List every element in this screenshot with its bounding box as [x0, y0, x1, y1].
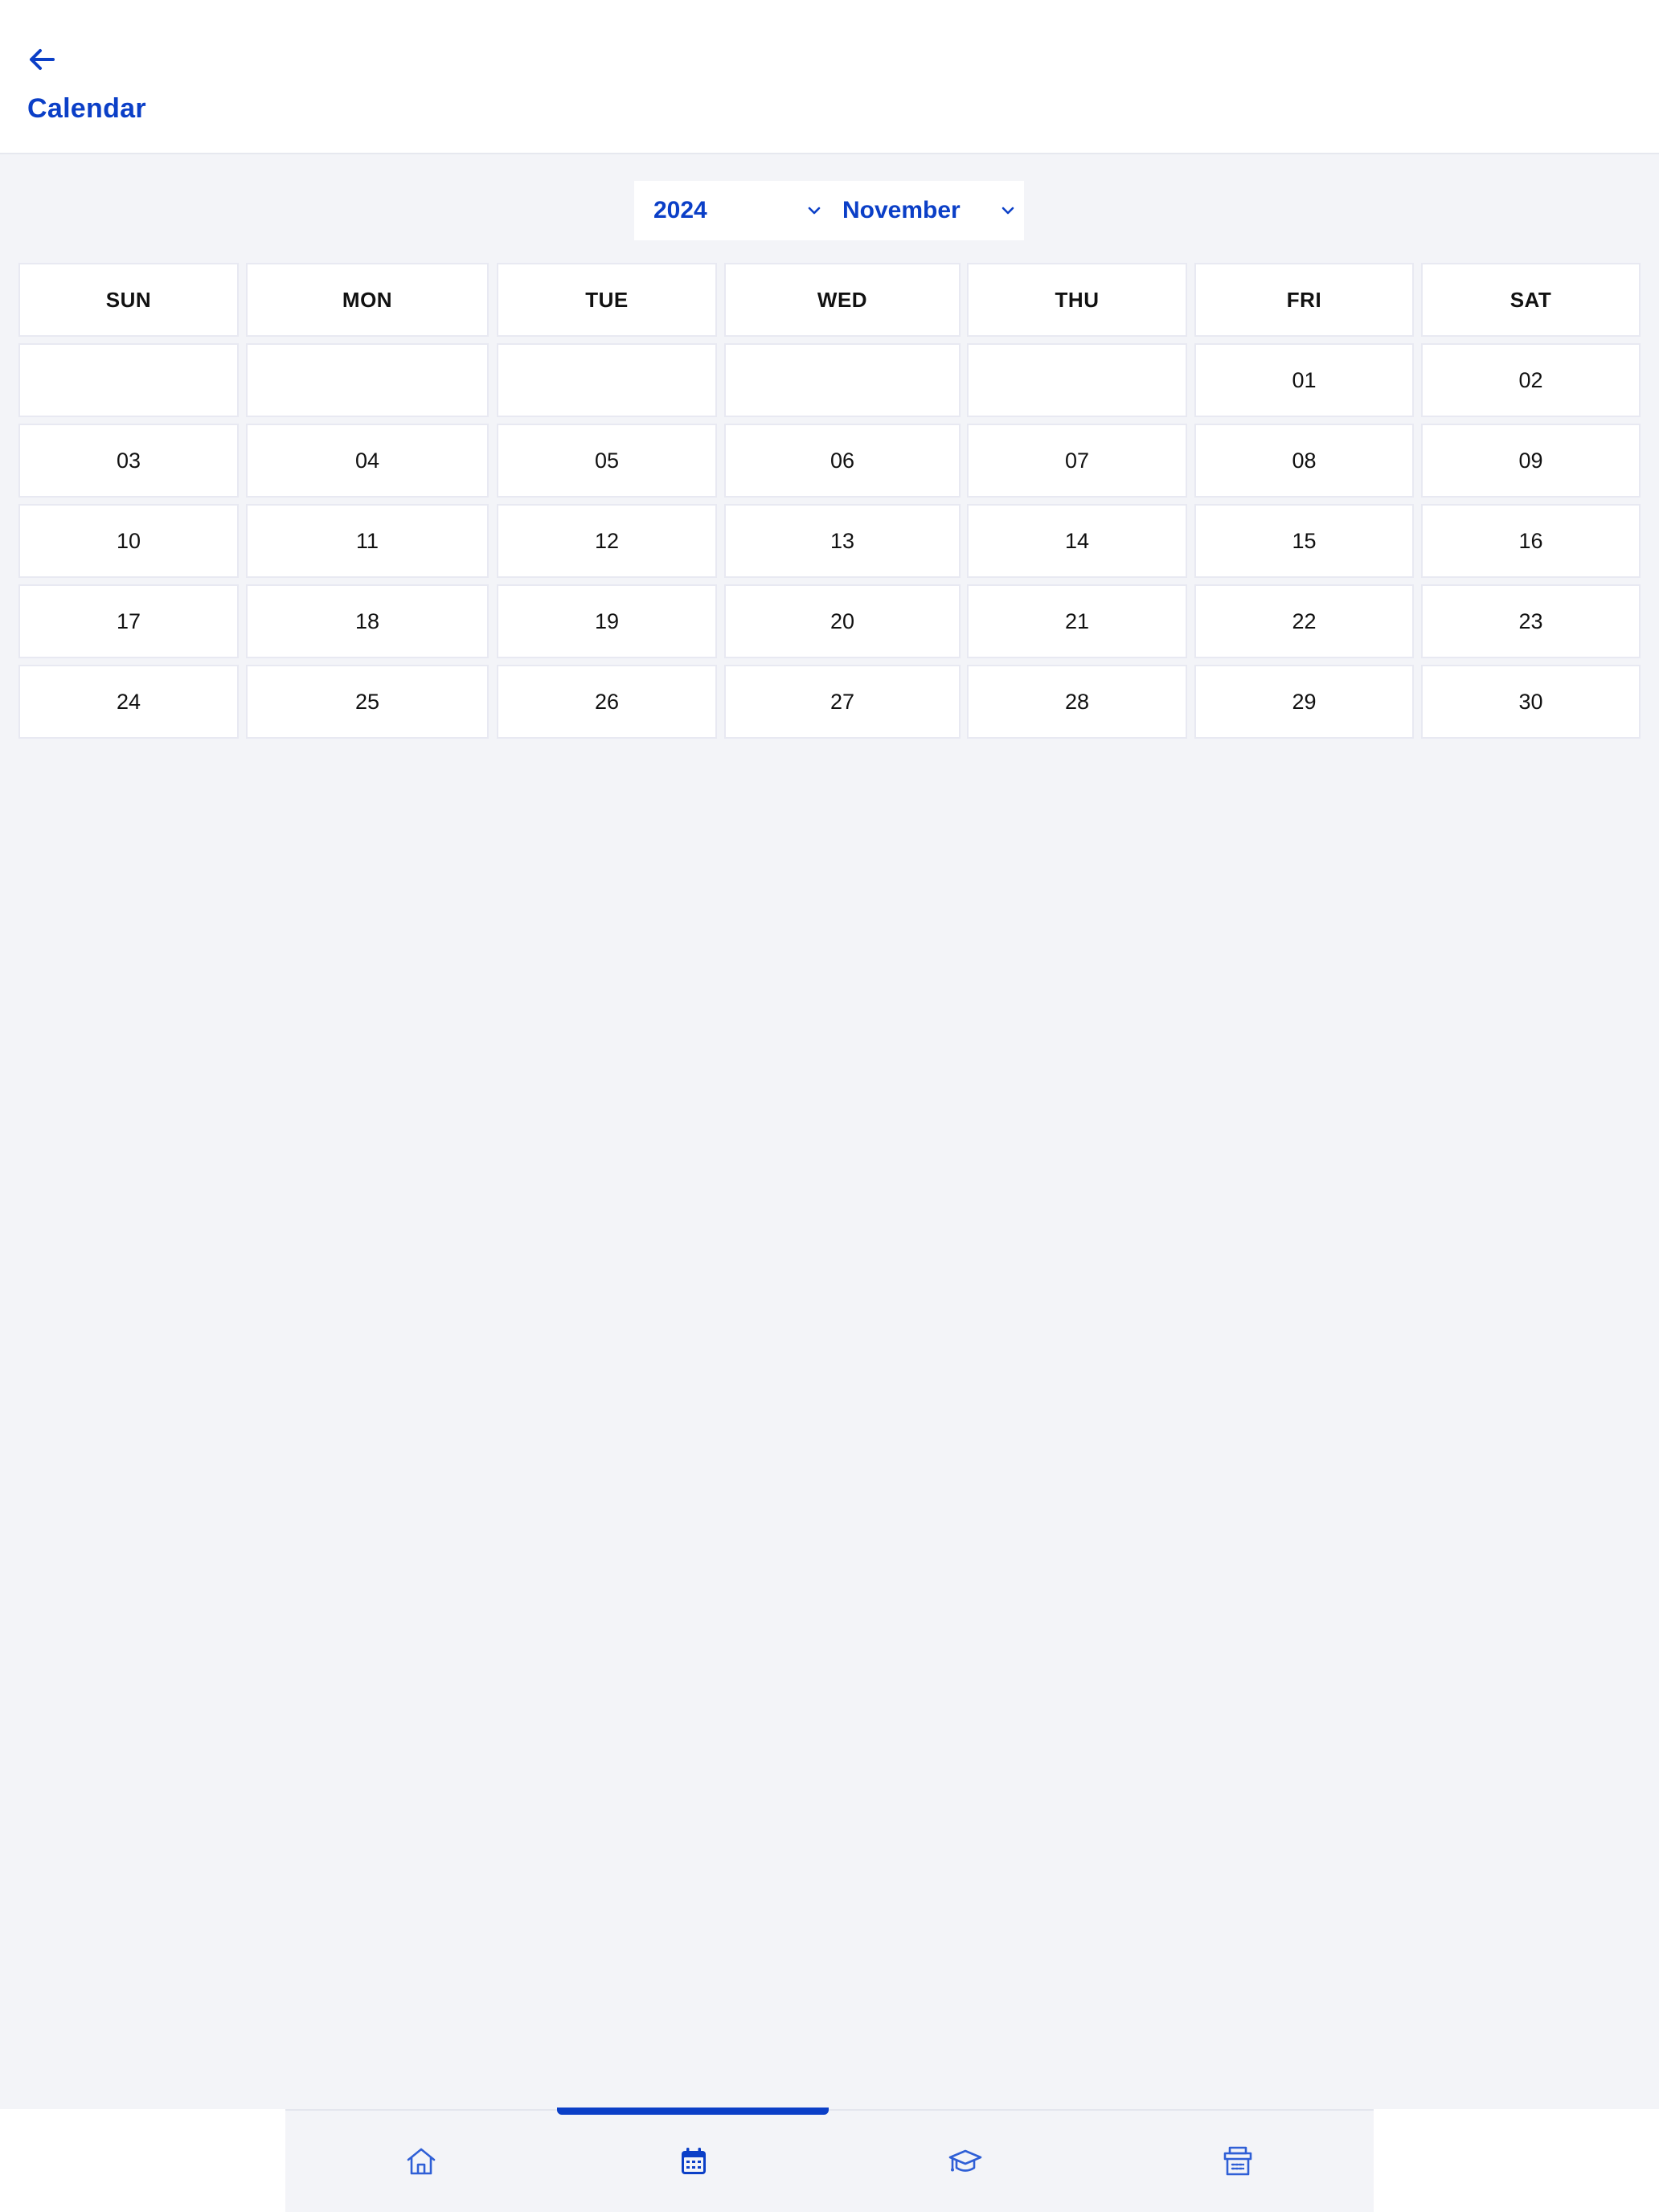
weekday-header-row: SUN MON TUE WED THU FRI SAT — [18, 263, 1641, 337]
day-cell-empty — [18, 343, 239, 417]
day-cell[interactable]: 15 — [1194, 504, 1414, 578]
day-cell[interactable]: 03 — [18, 424, 239, 498]
chevron-down-icon — [808, 207, 821, 215]
chevron-down-icon — [1002, 207, 1014, 215]
day-cell[interactable]: 25 — [246, 665, 489, 739]
day-cell[interactable]: 09 — [1421, 424, 1641, 498]
weekday-header: WED — [724, 263, 961, 337]
day-cell[interactable]: 06 — [724, 424, 961, 498]
day-cell[interactable]: 11 — [246, 504, 489, 578]
month-select[interactable]: November — [829, 181, 1024, 240]
nav-item-store[interactable] — [1102, 2111, 1374, 2212]
year-select[interactable]: 2024 — [634, 181, 829, 240]
day-cell-empty — [497, 343, 717, 417]
back-button[interactable] — [24, 42, 59, 77]
day-cell-empty — [246, 343, 489, 417]
day-cell[interactable]: 08 — [1194, 424, 1414, 498]
day-cell[interactable]: 24 — [18, 665, 239, 739]
calendar-icon — [681, 2148, 706, 2174]
day-cell[interactable]: 26 — [497, 665, 717, 739]
weekday-header: MON — [246, 263, 489, 337]
bottom-navigation — [285, 2108, 1374, 2212]
graduation-cap-icon — [948, 2149, 982, 2172]
day-cell[interactable]: 07 — [967, 424, 1187, 498]
year-value: 2024 — [653, 197, 707, 223]
nav-item-education[interactable] — [830, 2111, 1102, 2212]
day-cell[interactable]: 04 — [246, 424, 489, 498]
calendar-page: Calendar 2024 November SUN MON TUE WED T… — [0, 0, 1659, 2212]
day-cell[interactable]: 27 — [724, 665, 961, 739]
weekday-header: THU — [967, 263, 1187, 337]
store-icon — [1223, 2146, 1252, 2176]
day-cell[interactable]: 05 — [497, 424, 717, 498]
home-icon — [407, 2148, 436, 2175]
weekday-header: SAT — [1421, 263, 1641, 337]
page-title: Calendar — [27, 93, 146, 124]
day-cell[interactable]: 18 — [246, 584, 489, 658]
day-cell[interactable]: 21 — [967, 584, 1187, 658]
day-cell[interactable]: 22 — [1194, 584, 1414, 658]
day-cell[interactable]: 12 — [497, 504, 717, 578]
weekday-header: SUN — [18, 263, 239, 337]
header: Calendar — [0, 0, 1659, 154]
day-cell[interactable]: 29 — [1194, 665, 1414, 739]
day-cell[interactable]: 02 — [1421, 343, 1641, 417]
day-cell[interactable]: 16 — [1421, 504, 1641, 578]
week-row: 24 25 26 27 28 29 30 — [18, 665, 1641, 739]
day-cell[interactable]: 28 — [967, 665, 1187, 739]
nav-item-home[interactable] — [285, 2111, 558, 2212]
day-cell[interactable]: 23 — [1421, 584, 1641, 658]
day-cell[interactable]: 10 — [18, 504, 239, 578]
day-cell[interactable]: 19 — [497, 584, 717, 658]
nav-item-calendar[interactable] — [558, 2111, 830, 2212]
day-cell[interactable]: 17 — [18, 584, 239, 658]
weekday-header: FRI — [1194, 263, 1414, 337]
calendar-grid: SUN MON TUE WED THU FRI SAT 01 02 03 04 … — [18, 263, 1641, 745]
week-row: 10 11 12 13 14 15 16 — [18, 504, 1641, 578]
week-row: 01 02 — [18, 343, 1641, 417]
day-cell-empty — [724, 343, 961, 417]
week-row: 17 18 19 20 21 22 23 — [18, 584, 1641, 658]
month-value: November — [842, 197, 961, 223]
week-row: 03 04 05 06 07 08 09 — [18, 424, 1641, 498]
day-cell-empty — [967, 343, 1187, 417]
arrow-left-icon — [30, 49, 55, 70]
weekday-header: TUE — [497, 263, 717, 337]
date-selector: 2024 November — [634, 181, 1024, 240]
day-cell[interactable]: 01 — [1194, 343, 1414, 417]
day-cell[interactable]: 30 — [1421, 665, 1641, 739]
day-cell[interactable]: 14 — [967, 504, 1187, 578]
day-cell[interactable]: 13 — [724, 504, 961, 578]
day-cell[interactable]: 20 — [724, 584, 961, 658]
